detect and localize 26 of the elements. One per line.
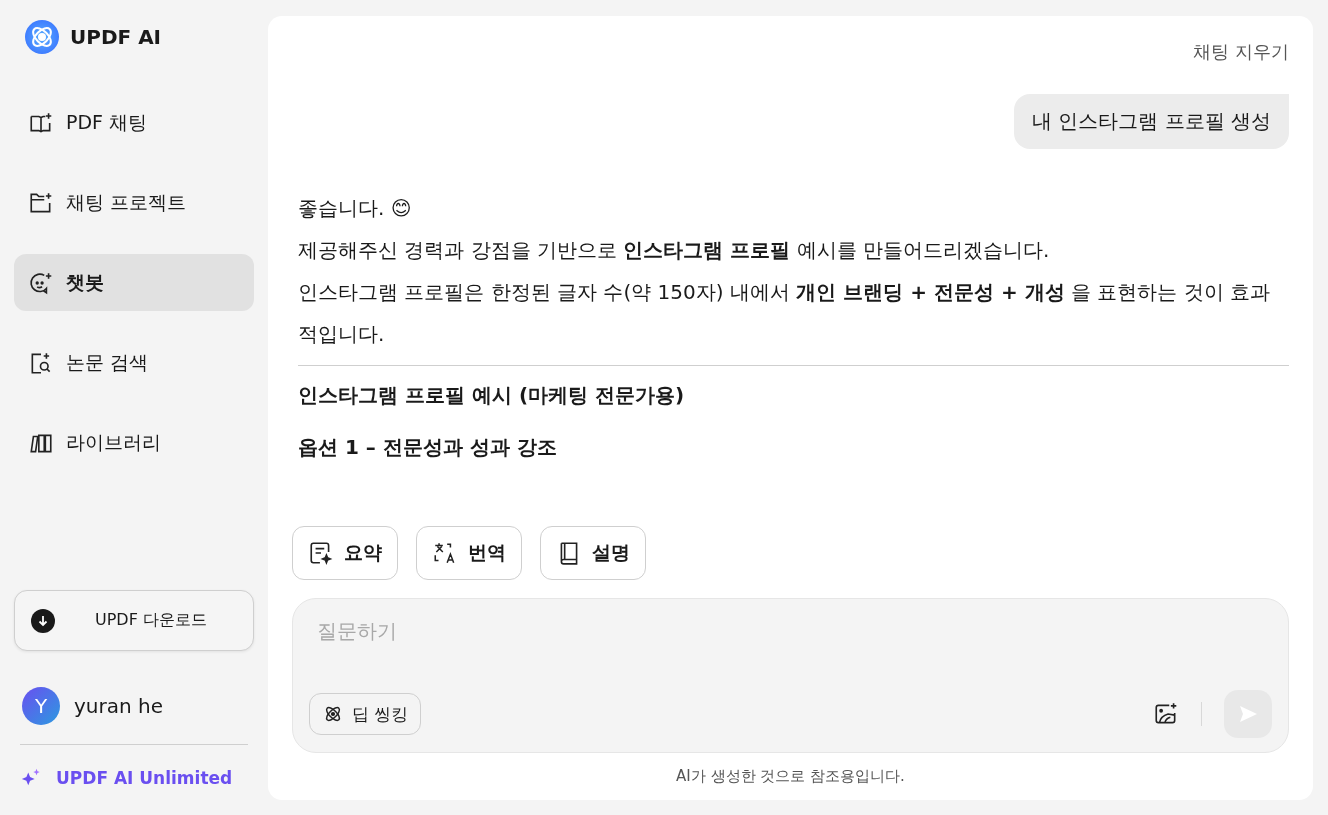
disclaimer-text: AI가 생성한 것으로 참조용입니다.: [675, 767, 906, 786]
deep-thinking-button[interactable]: 딥 씽킹: [309, 693, 422, 735]
summary-icon: [308, 540, 334, 566]
reply-text: 좋습니다. 😊: [298, 195, 413, 222]
action-button[interactable]: 요약: [292, 526, 398, 580]
sidebar-item[interactable]: 챗봇: [14, 254, 254, 311]
reply-text: 제공해주신 경력과 강점을 기반으로 인스타그램 프로필 예시를 만들어드리겠습니다.: [298, 237, 1051, 264]
app-name: UPDF AI: [70, 25, 162, 49]
user-avatar[interactable]: Y: [22, 687, 60, 725]
reply-heading: 옵션 1 – 전문성과 성과 강조: [298, 434, 558, 461]
sidebar-item[interactable]: 라이브러리: [14, 414, 254, 471]
logo-icon: [24, 19, 60, 55]
user-name: yuran he: [74, 694, 163, 718]
download-button[interactable]: UPDF 다운로드: [14, 590, 254, 651]
plan-link[interactable]: UPDF AI Unlimited: [56, 768, 233, 788]
reply-heading: 인스타그램 프로필 예시 (마케팅 전문가용): [298, 382, 686, 409]
question-input[interactable]: 질문하기 딥 씽킹: [292, 598, 1289, 753]
reply-text: 인스타그램 프로필은 한정된 글자 수(약 150자) 내에서 개인 브랜딩 + 전문성 + 개성 을 표현하는 것이 효과적입니다.: [298, 279, 1272, 348]
sidebar-item[interactable]: 채팅 프로젝트: [14, 174, 254, 231]
clear-chat-button[interactable]: 채팅 지우기: [1193, 40, 1289, 64]
sidebar-item[interactable]: PDF 채팅: [14, 94, 254, 151]
sidebar-item[interactable]: 논문 검색: [14, 334, 254, 391]
action-button[interactable]: 설명: [540, 526, 646, 580]
download-icon: [31, 608, 55, 633]
user-message: 내 인스타그램 프로필 생성: [1013, 94, 1289, 149]
action-button[interactable]: 번역: [416, 526, 522, 580]
